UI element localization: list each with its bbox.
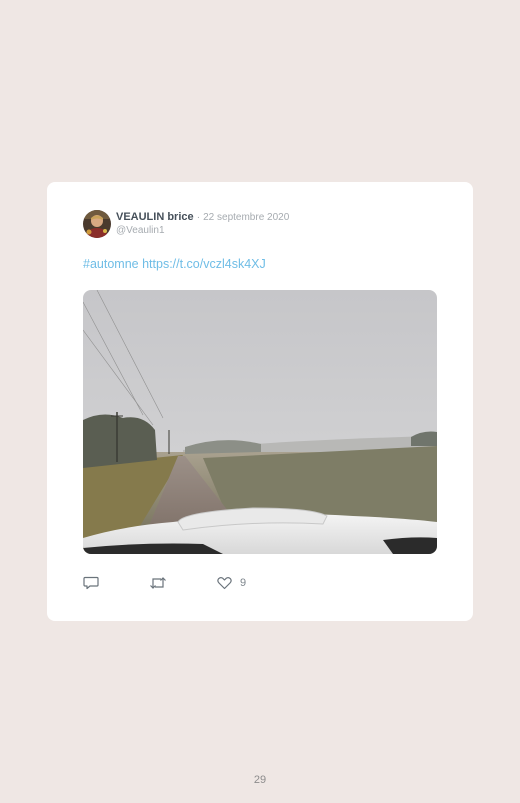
tweet-actions: 9 [83, 575, 246, 591]
retweet-icon [149, 576, 167, 590]
avatar[interactable] [83, 210, 111, 238]
tweet-url-link[interactable]: https://t.co/vczl4sk4XJ [142, 257, 266, 271]
tweet-author: VEAULIN brice · 22 septembre 2020 @Veaul… [116, 210, 289, 237]
tweet-text: #automne https://t.co/vczl4sk4XJ [83, 257, 266, 271]
tweet-card: VEAULIN brice · 22 septembre 2020 @Veaul… [47, 182, 473, 621]
like-count: 9 [240, 577, 247, 589]
reply-button[interactable] [83, 576, 99, 590]
separator: · [196, 212, 201, 223]
page-number: 29 [253, 774, 267, 786]
tweet-header: VEAULIN brice · 22 septembre 2020 @Veaul… [83, 210, 289, 240]
heart-icon [217, 576, 232, 590]
user-handle[interactable]: @Veaulin1 [116, 225, 289, 237]
like-button[interactable]: 9 [217, 576, 246, 590]
reply-icon [83, 576, 99, 590]
tweet-photo[interactable] [83, 290, 437, 554]
display-name[interactable]: VEAULIN brice [116, 211, 194, 223]
hashtag-link[interactable]: #automne [83, 257, 139, 271]
retweet-button[interactable] [149, 576, 167, 590]
tweet-date[interactable]: 22 septembre 2020 [203, 212, 289, 223]
